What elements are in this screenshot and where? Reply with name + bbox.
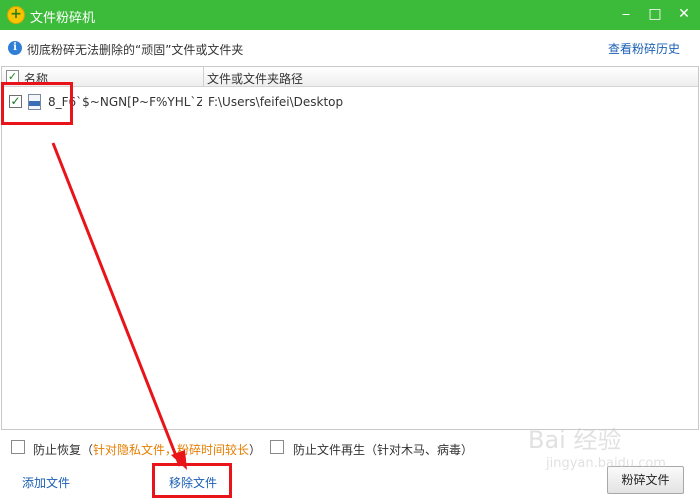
prevent-regeneration-checkbox[interactable] [270,440,284,454]
prevent-regeneration-label[interactable]: 防止文件再生（针对木马、病毒） [293,441,473,458]
table-header: ✓ 名称 文件或文件夹路径 [2,67,698,87]
prevent-recovery-label[interactable]: 防止恢复（针对隐私文件，粉碎时间较长） [33,441,261,458]
view-history-link[interactable]: 查看粉碎历史 [608,40,680,57]
window-title: 文件粉碎机 [30,11,96,26]
app-logo-icon: + [7,6,25,24]
title-bar: + 文件粉碎机 ⎯ □ ✕ [0,0,700,30]
prevent-recovery-note: 针对隐私文件，粉碎时间较长 [93,443,250,457]
file-path: F:\Users\feifei\Desktop [208,95,344,109]
note-close-paren: ） [249,443,262,457]
minimize-icon[interactable]: ⎯ [615,3,637,25]
add-file-button[interactable]: 添加文件 [22,474,70,491]
table-row[interactable]: ✓ 8_F6`$~NGN[P~F%YHL`Z... F:\Users\feife… [2,91,698,113]
column-divider[interactable] [203,67,204,87]
maximize-icon[interactable]: □ [644,3,666,25]
prevent-recovery-checkbox[interactable] [11,440,25,454]
info-bar: i 彻底粉碎无法删除的“顽固”文件或文件夹 查看粉碎历史 [0,30,700,66]
close-icon[interactable]: ✕ [673,3,695,25]
file-list-table: ✓ 名称 文件或文件夹路径 ✓ 8_F6`$~NGN[P~F%YHL`Z... … [1,66,699,430]
info-description: 彻底粉碎无法删除的“顽固”文件或文件夹 [27,43,244,57]
watermark-text: Bai 经验 [528,426,622,454]
prevent-recovery-text: 防止恢复 [33,443,82,457]
highlight-box-file [1,82,73,125]
watermark: Bai 经验 jingyan.baidu.com [528,420,678,480]
highlight-box-remove [152,463,232,498]
note-open-paren: （ [81,443,94,457]
info-icon: i [8,41,22,55]
column-header-path[interactable]: 文件或文件夹路径 [207,70,303,87]
watermark-subtext: jingyan.baidu.com [546,456,666,471]
